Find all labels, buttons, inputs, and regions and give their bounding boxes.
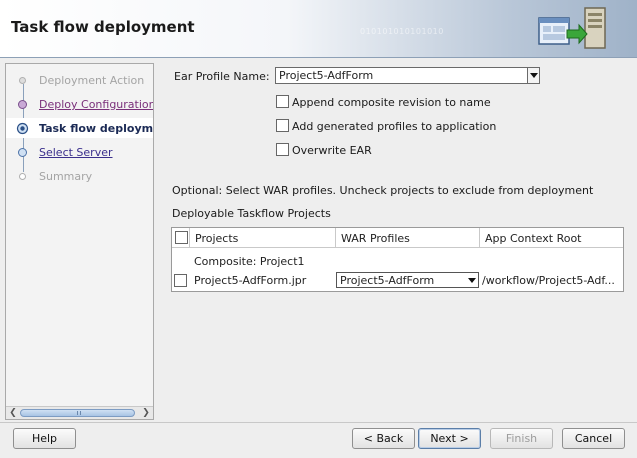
finish-button: Finish [490,428,553,449]
deployment-graphic-icon [538,7,606,49]
step-label[interactable]: Select Server [39,146,113,159]
next-button[interactable]: Next > [418,428,481,449]
wizard-header: Task flow deployment 010101010101010 [0,0,637,58]
deployable-projects-heading: Deployable Taskflow Projects [172,207,331,220]
overwrite-ear-label[interactable]: Overwrite EAR [292,144,372,157]
step-visited-icon [18,100,27,109]
overwrite-ear-checkbox[interactable] [276,143,289,156]
step-label: Task flow deployment [39,122,154,135]
column-header-war-profiles[interactable]: WAR Profiles [336,228,480,248]
append-revision-label[interactable]: Append composite revision to name [292,96,491,109]
ear-profile-label: Ear Profile Name: [174,70,270,83]
add-generated-profiles-label[interactable]: Add generated profiles to application [292,120,496,133]
row-include-checkbox[interactable] [174,274,187,287]
row-context-root[interactable]: /workflow/Project5-Adf... [482,274,615,287]
wizard-steps-panel: Deployment Action Deploy Configuration T… [5,63,154,420]
step-next-icon [18,148,27,157]
cancel-button[interactable]: Cancel [562,428,625,449]
war-instructions-text: Optional: Select WAR profiles. Uncheck p… [172,184,594,197]
step-label: Deployment Action [39,74,145,87]
table-header: Projects WAR Profiles App Context Root [172,228,623,248]
help-button[interactable]: Help [13,428,76,449]
row-war-profile-combobox[interactable]: Project5-AdfForm [336,272,479,288]
step-select-server[interactable]: Select Server [6,142,153,162]
step-label: Summary [39,170,93,183]
bottom-separator [0,422,637,423]
step-disabled-icon [19,77,26,84]
chevron-down-icon[interactable] [468,278,476,283]
header-select-all-cell [172,228,190,248]
composite-group-label: Composite: Project1 [194,255,305,268]
steps-horizontal-scrollbar[interactable]: ❮ ❯ [6,406,153,419]
step-summary: Summary [6,166,153,186]
row-project-name: Project5-AdfForm.jpr [194,274,307,287]
row-war-profile-value[interactable]: Project5-AdfForm [340,274,434,287]
ear-profile-combobox[interactable]: Project5-AdfForm [275,67,540,84]
step-disabled-icon [19,173,26,180]
step-label[interactable]: Deploy Configuration [39,98,153,111]
header-binary-watermark: 010101010101010 [360,27,444,36]
ear-profile-value[interactable]: Project5-AdfForm [279,69,373,82]
scroll-right-icon[interactable]: ❯ [140,407,152,419]
column-header-projects[interactable]: Projects [190,228,336,248]
add-generated-profiles-checkbox[interactable] [276,119,289,132]
scrollbar-grip-icon [77,411,81,415]
step-current-icon [16,122,29,135]
scroll-left-icon[interactable]: ❮ [7,407,19,419]
append-revision-checkbox[interactable] [276,95,289,108]
step-task-flow-deployment: Task flow deployment [6,118,154,138]
back-button[interactable]: < Back [352,428,415,449]
select-all-checkbox[interactable] [175,231,188,244]
step-deployment-action: Deployment Action [6,70,153,90]
chevron-down-icon[interactable] [527,68,539,83]
step-deploy-configuration[interactable]: Deploy Configuration [6,94,153,114]
scrollbar-thumb[interactable] [20,409,135,417]
page-title: Task flow deployment [11,18,195,36]
column-header-app-context-root[interactable]: App Context Root [480,228,623,248]
